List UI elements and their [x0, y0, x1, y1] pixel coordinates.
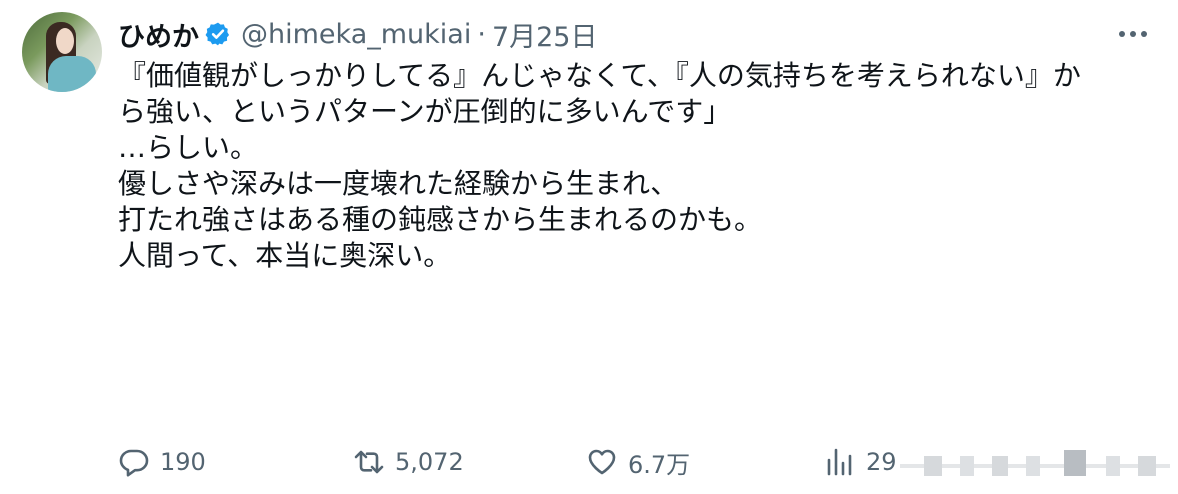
- reply-count: 190: [160, 448, 206, 476]
- reply-icon: [119, 449, 149, 477]
- tweet-text-line: ら強い、というパターンが圧倒的に多いんです」: [118, 95, 732, 128]
- verified-badge-icon: [205, 21, 231, 47]
- avatar[interactable]: [22, 12, 102, 92]
- avatar-body: [48, 56, 96, 92]
- handle[interactable]: @himeka_mukiai: [241, 19, 471, 50]
- more-icon[interactable]: [1116, 24, 1150, 44]
- views-count: 29: [866, 448, 897, 476]
- retweet-button[interactable]: 5,072: [353, 440, 464, 484]
- tweet-card: ひめか @himeka_mukiai · 7月25日 『価値観がしっかりしてる』…: [0, 0, 1178, 494]
- tweet-text-line: 人間って、本当に奥深い。: [118, 239, 452, 272]
- display-name[interactable]: ひめか: [118, 15, 199, 54]
- tweet-date[interactable]: 7月25日: [492, 15, 598, 54]
- tweet-text: 『価値観がしっかりしてる』んじゃなくて、『人の気持ちを考えられない』か ら強い、…: [118, 58, 1158, 274]
- like-count: 6.7万: [628, 450, 691, 479]
- reply-button[interactable]: 190: [118, 440, 206, 484]
- like-button[interactable]: 6.7万: [586, 440, 690, 484]
- watermark: [900, 446, 1170, 486]
- retweet-icon: [354, 450, 384, 474]
- tweet-text-line: 『価値観がしっかりしてる』んじゃなくて、『人の気持ちを考えられない』か: [118, 59, 1081, 92]
- tweet-text-line: 打たれ強さはある種の鈍感さから生まれるのかも。: [118, 203, 763, 236]
- views-icon: [827, 448, 852, 476]
- tweet-text-line: …らしい。: [118, 131, 259, 164]
- heart-icon: [588, 449, 616, 475]
- retweet-count: 5,072: [395, 448, 464, 476]
- avatar-face: [56, 28, 74, 54]
- views-button[interactable]: 29: [824, 440, 897, 484]
- tweet-header: ひめか @himeka_mukiai · 7月25日: [118, 14, 597, 54]
- separator-dot: ·: [477, 18, 486, 50]
- tweet-text-line: 優しさや深みは一度壊れた経験から生まれ、: [118, 167, 679, 200]
